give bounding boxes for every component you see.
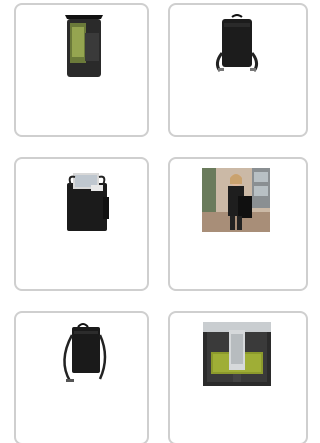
product-thumbnail[interactable] xyxy=(61,13,106,79)
product-card[interactable] xyxy=(168,157,308,291)
product-card[interactable] xyxy=(168,311,308,443)
product-card[interactable] xyxy=(14,311,149,443)
tote-with-strap-image xyxy=(63,323,107,382)
laptop-bag-open-image xyxy=(65,15,103,77)
product-thumbnail[interactable] xyxy=(210,13,265,79)
product-thumbnail[interactable] xyxy=(61,171,113,233)
product-thumbnail[interactable] xyxy=(202,168,270,232)
product-card[interactable] xyxy=(14,157,149,291)
product-card[interactable] xyxy=(168,3,308,137)
laptop-tote-image xyxy=(67,173,109,231)
lifestyle-photo xyxy=(202,168,270,232)
bag-interior-image xyxy=(203,322,271,386)
product-thumbnail[interactable] xyxy=(203,322,271,386)
backpack-image xyxy=(215,14,259,72)
product-card[interactable] xyxy=(14,3,149,137)
product-image-grid xyxy=(0,0,308,443)
product-thumbnail[interactable] xyxy=(56,321,111,387)
